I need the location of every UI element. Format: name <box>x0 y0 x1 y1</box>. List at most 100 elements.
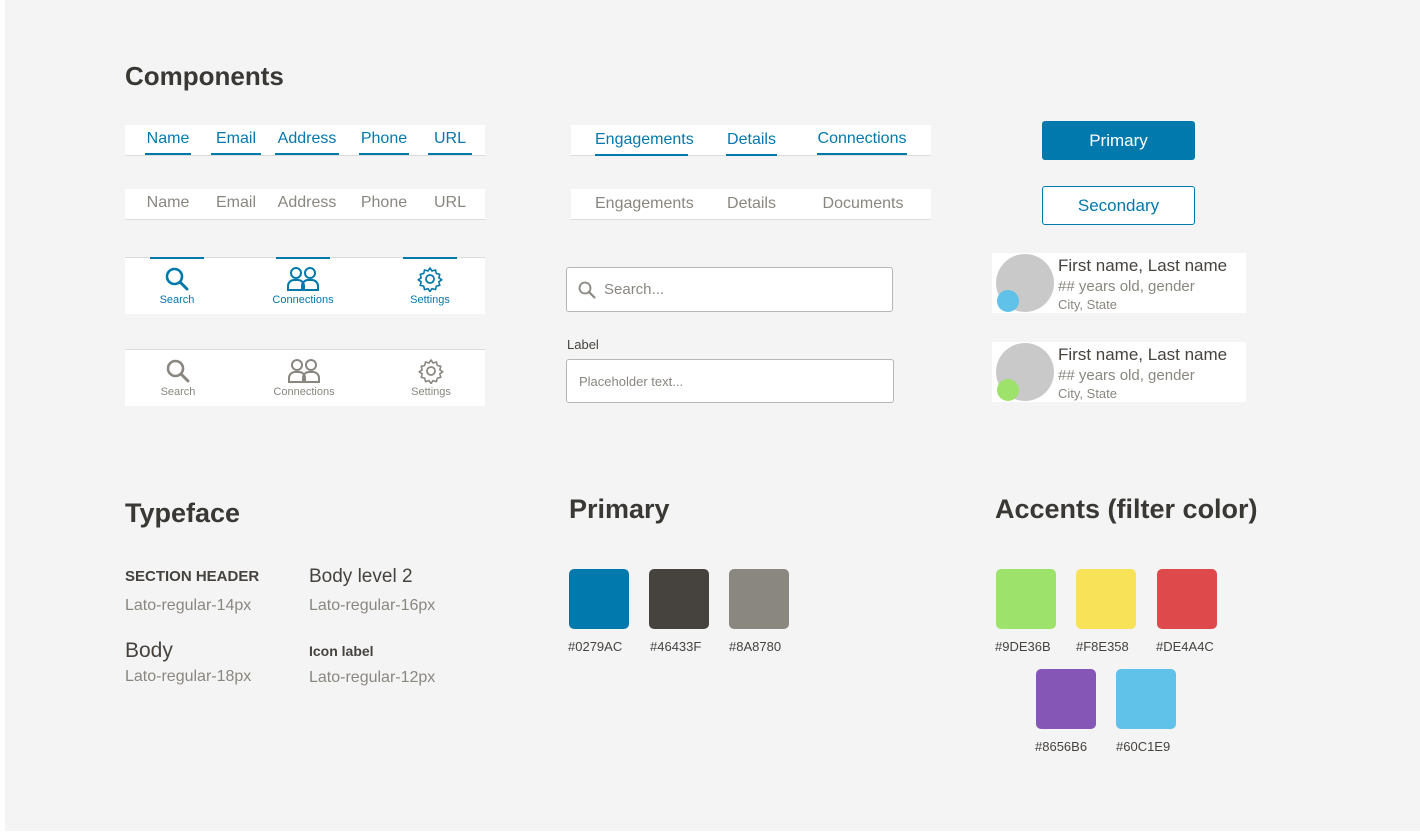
tab-engagements[interactable]: Engagements <box>595 190 694 220</box>
accent-swatch-1 <box>996 569 1056 629</box>
search-icon <box>166 359 190 383</box>
tab-label: Name <box>146 194 190 211</box>
tab-label: Name <box>146 130 190 147</box>
accent-swatch-4 <box>1036 669 1096 729</box>
profile-card[interactable]: First name, Last name ## years old, gend… <box>992 342 1246 402</box>
tab-url[interactable]: URL <box>428 189 472 219</box>
text-field <box>566 359 894 403</box>
tab-underline <box>211 153 261 155</box>
field-label: Label <box>567 337 599 352</box>
accent-swatch-3 <box>1157 569 1217 629</box>
search-icon <box>165 267 189 291</box>
body-level-2-sample: Body level 2 <box>309 566 413 587</box>
tab-documents[interactable]: Documents <box>819 190 907 220</box>
tab-underline <box>726 154 777 156</box>
search-input[interactable] <box>604 268 884 311</box>
accent-hex-1: #9DE36B <box>995 639 1051 654</box>
settings-icon <box>417 267 443 292</box>
profile-name: First name, Last name <box>1058 256 1228 275</box>
settings-icon <box>418 359 444 384</box>
tab-phone[interactable]: Phone <box>359 189 409 219</box>
search-box <box>566 267 893 312</box>
text-input[interactable] <box>579 360 879 402</box>
section-header-sample: SECTION HEADER <box>125 568 260 585</box>
connections-icon <box>288 359 320 383</box>
primary-swatch-1 <box>569 569 629 629</box>
tab-label: Engagements <box>595 195 694 212</box>
primary-hex-3: #8A8780 <box>729 639 782 654</box>
primary-button[interactable]: Primary <box>1042 121 1195 160</box>
tab-phone[interactable]: Phone <box>359 125 409 155</box>
tab-label: Details <box>727 195 776 212</box>
tab-label: URL <box>433 130 466 147</box>
profile-location: City, State <box>1058 386 1118 401</box>
tab-label: Details <box>727 131 776 148</box>
section-tabs-inactive: Engagements Details Documents <box>571 189 931 220</box>
status-dot <box>997 379 1019 401</box>
tab-details[interactable]: Details <box>726 126 777 156</box>
accent-hex-3: #DE4A4C <box>1156 639 1214 654</box>
profile-location: City, State <box>1058 297 1118 312</box>
tab-address[interactable]: Address <box>275 189 339 219</box>
tab-email[interactable]: Email <box>211 125 261 155</box>
nav-search[interactable]: Search <box>142 257 212 314</box>
tab-details[interactable]: Details <box>726 190 777 220</box>
profile-meta: ## years old, gender <box>1058 367 1195 384</box>
section-header-spec: Lato-regular-14px <box>125 597 252 614</box>
icon-label-sample: Icon label <box>309 643 374 659</box>
active-indicator <box>150 257 204 259</box>
accent-swatch-5 <box>1116 669 1176 729</box>
tab-url[interactable]: URL <box>428 125 472 155</box>
nav-connections[interactable]: Connections <box>269 350 339 406</box>
tab-underline <box>359 153 409 155</box>
field-tabs-active: Name Email Address Phone URL <box>125 125 485 156</box>
icon-nav-active: Search Connections Settings <box>125 257 485 314</box>
tab-connections[interactable]: Connections <box>817 125 907 155</box>
nav-search[interactable]: Search <box>143 350 213 406</box>
tab-underline <box>595 154 688 156</box>
icon-nav-inactive: Search Connections Settings <box>125 349 485 406</box>
tab-label: Phone <box>360 194 408 211</box>
icon-label-spec: Lato-regular-12px <box>309 669 436 686</box>
primary-hex-2: #46433F <box>650 639 702 654</box>
tab-label: Email <box>215 130 256 147</box>
accent-swatch-2 <box>1076 569 1136 629</box>
nav-label: Connections <box>273 386 335 398</box>
tab-underline <box>275 153 339 155</box>
components-title: Components <box>125 61 284 91</box>
active-indicator <box>403 257 457 259</box>
tab-label: Engagements <box>595 131 694 148</box>
tab-name[interactable]: Name <box>145 125 191 155</box>
tab-engagements[interactable]: Engagements <box>595 126 694 156</box>
nav-label: Settings <box>411 386 451 398</box>
primary-hex-1: #0279AC <box>568 639 623 654</box>
tab-label: Email <box>215 194 256 211</box>
tab-label: Phone <box>360 130 408 147</box>
accent-hex-5: #60C1E9 <box>1116 739 1171 754</box>
tab-label: Address <box>277 130 337 147</box>
field-tabs-inactive: Name Email Address Phone URL <box>125 189 485 220</box>
tab-email[interactable]: Email <box>211 189 261 219</box>
search-icon <box>578 281 596 299</box>
primary-palette-title: Primary <box>569 494 670 524</box>
nav-settings[interactable]: Settings <box>396 350 466 406</box>
profile-card[interactable]: First name, Last name ## years old, gend… <box>992 253 1246 313</box>
tab-label: Address <box>277 194 337 211</box>
body-level-2-spec: Lato-regular-16px <box>309 597 436 614</box>
tab-name[interactable]: Name <box>145 189 191 219</box>
typeface-title: Typeface <box>125 498 241 528</box>
profile-meta: ## years old, gender <box>1058 278 1195 295</box>
nav-connections[interactable]: Connections <box>268 257 338 314</box>
primary-swatch-2 <box>649 569 709 629</box>
connections-icon <box>287 267 319 291</box>
section-tabs-active: Engagements Details Connections <box>571 125 931 156</box>
nav-settings[interactable]: Settings <box>395 257 465 314</box>
body-spec: Lato-regular-18px <box>125 668 252 685</box>
accent-palette-title: Accents (filter color) <box>995 494 1258 524</box>
tab-label: URL <box>433 194 466 211</box>
secondary-button[interactable]: Secondary <box>1042 186 1195 225</box>
accent-hex-2: #F8E358 <box>1076 639 1129 654</box>
tab-label: Connections <box>817 130 907 147</box>
tab-address[interactable]: Address <box>275 125 339 155</box>
accent-hex-4: #8656B6 <box>1035 739 1088 754</box>
